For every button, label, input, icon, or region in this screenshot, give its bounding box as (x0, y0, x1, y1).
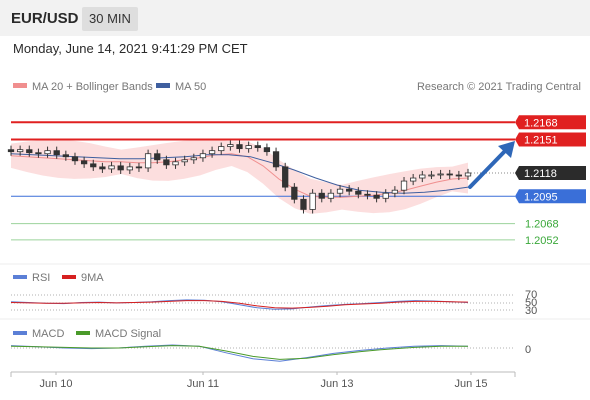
x-axis-labels: Jun 10 Jun 11 Jun 13 Jun 15 (39, 372, 488, 390)
candle-body (108, 165, 115, 170)
candle-body (455, 174, 463, 177)
rsi-ma-legend-swatch (62, 275, 76, 279)
candle-body (437, 173, 444, 176)
candle-body (163, 159, 170, 166)
rsi-ma-legend-label: 9MA (81, 272, 104, 284)
candle-body (154, 153, 161, 161)
candle-body (190, 157, 197, 161)
candle-body (364, 193, 371, 196)
candle-body (135, 166, 143, 169)
candle-body (99, 166, 106, 170)
candle-body (181, 159, 188, 163)
candle-body (419, 174, 426, 179)
candle-body (227, 144, 234, 148)
candle-body (428, 174, 435, 177)
candle-body (254, 145, 261, 149)
candle-body (62, 154, 69, 158)
candle-body (300, 198, 307, 210)
candle-body (410, 177, 417, 182)
candle-body (117, 165, 124, 171)
ma20-legend-label: MA 20 + Bollinger Bands (32, 81, 153, 93)
candle-body (236, 144, 243, 150)
candle-body (126, 166, 133, 171)
candle-body (208, 150, 216, 155)
level-tag-0: 1.2168 (524, 117, 558, 129)
candle-body (199, 153, 207, 159)
level-label-5: 1.2052 (525, 235, 559, 247)
x-label-2: Jun 13 (320, 378, 353, 390)
candle-body (218, 146, 225, 152)
candle-body (336, 188, 344, 194)
price-chart: MA 20 + Bollinger Bands MA 50 Research ©… (0, 81, 590, 390)
candle-body (464, 172, 472, 177)
level-tag-3: 1.2095 (524, 191, 558, 203)
candle-body (309, 192, 316, 210)
candle-body (382, 192, 389, 199)
macd-signal-legend-label: MACD Signal (95, 328, 161, 340)
rsi-line (10, 299, 469, 310)
level-tags: 1.2168 1.2151 1.2118 1.2095 1.2068 1.2052 (515, 115, 586, 247)
macd-level-0: 0 (525, 344, 531, 356)
candle-body (144, 153, 152, 169)
level-tag-2: 1.2118 (524, 168, 557, 180)
x-label-0: Jun 10 (39, 378, 72, 390)
macd-legend-swatch (13, 331, 27, 335)
rsi-legend-label: RSI (32, 272, 50, 284)
macd-signal-legend-swatch (76, 331, 90, 335)
candle-body (263, 147, 271, 153)
candle-body (327, 192, 335, 199)
candle-body (291, 186, 298, 200)
candle-body (400, 180, 408, 191)
candle-body (44, 150, 51, 155)
candle-body (35, 152, 42, 155)
candle-body (355, 190, 362, 195)
candle-body (7, 149, 15, 153)
ma20-legend-swatch (13, 83, 27, 88)
candle-body (318, 192, 325, 199)
ma50-legend-label: MA 50 (175, 81, 206, 93)
credit-label: Research © 2021 Trading Central (417, 81, 581, 93)
projection-arrow (468, 149, 507, 189)
x-label-3: Jun 15 (454, 378, 487, 390)
candle-body (245, 145, 252, 150)
candle-body (53, 150, 60, 156)
macd-legend-label: MACD (32, 328, 64, 340)
candle-body (272, 151, 280, 168)
candle-body (446, 173, 453, 176)
rsi-legend-swatch (13, 275, 27, 279)
candle-body (282, 166, 289, 188)
candle-body (90, 163, 97, 168)
candle-body (26, 149, 33, 154)
candle-body (391, 189, 399, 194)
candle-body (80, 160, 88, 165)
candle-body (346, 188, 353, 192)
candle-body (16, 149, 24, 153)
ma50-legend-swatch (156, 83, 170, 88)
level-label-4: 1.2068 (525, 219, 559, 231)
chart-frame: EUR/USD 30 MIN Monday, June 14, 2021 9:4… (0, 0, 590, 400)
candle-body (172, 161, 179, 166)
x-label-1: Jun 11 (187, 378, 219, 390)
candle-body (71, 156, 79, 162)
candle-body (373, 194, 380, 199)
rsi-level-30: 30 (525, 305, 537, 317)
level-tag-1: 1.2151 (524, 135, 558, 147)
